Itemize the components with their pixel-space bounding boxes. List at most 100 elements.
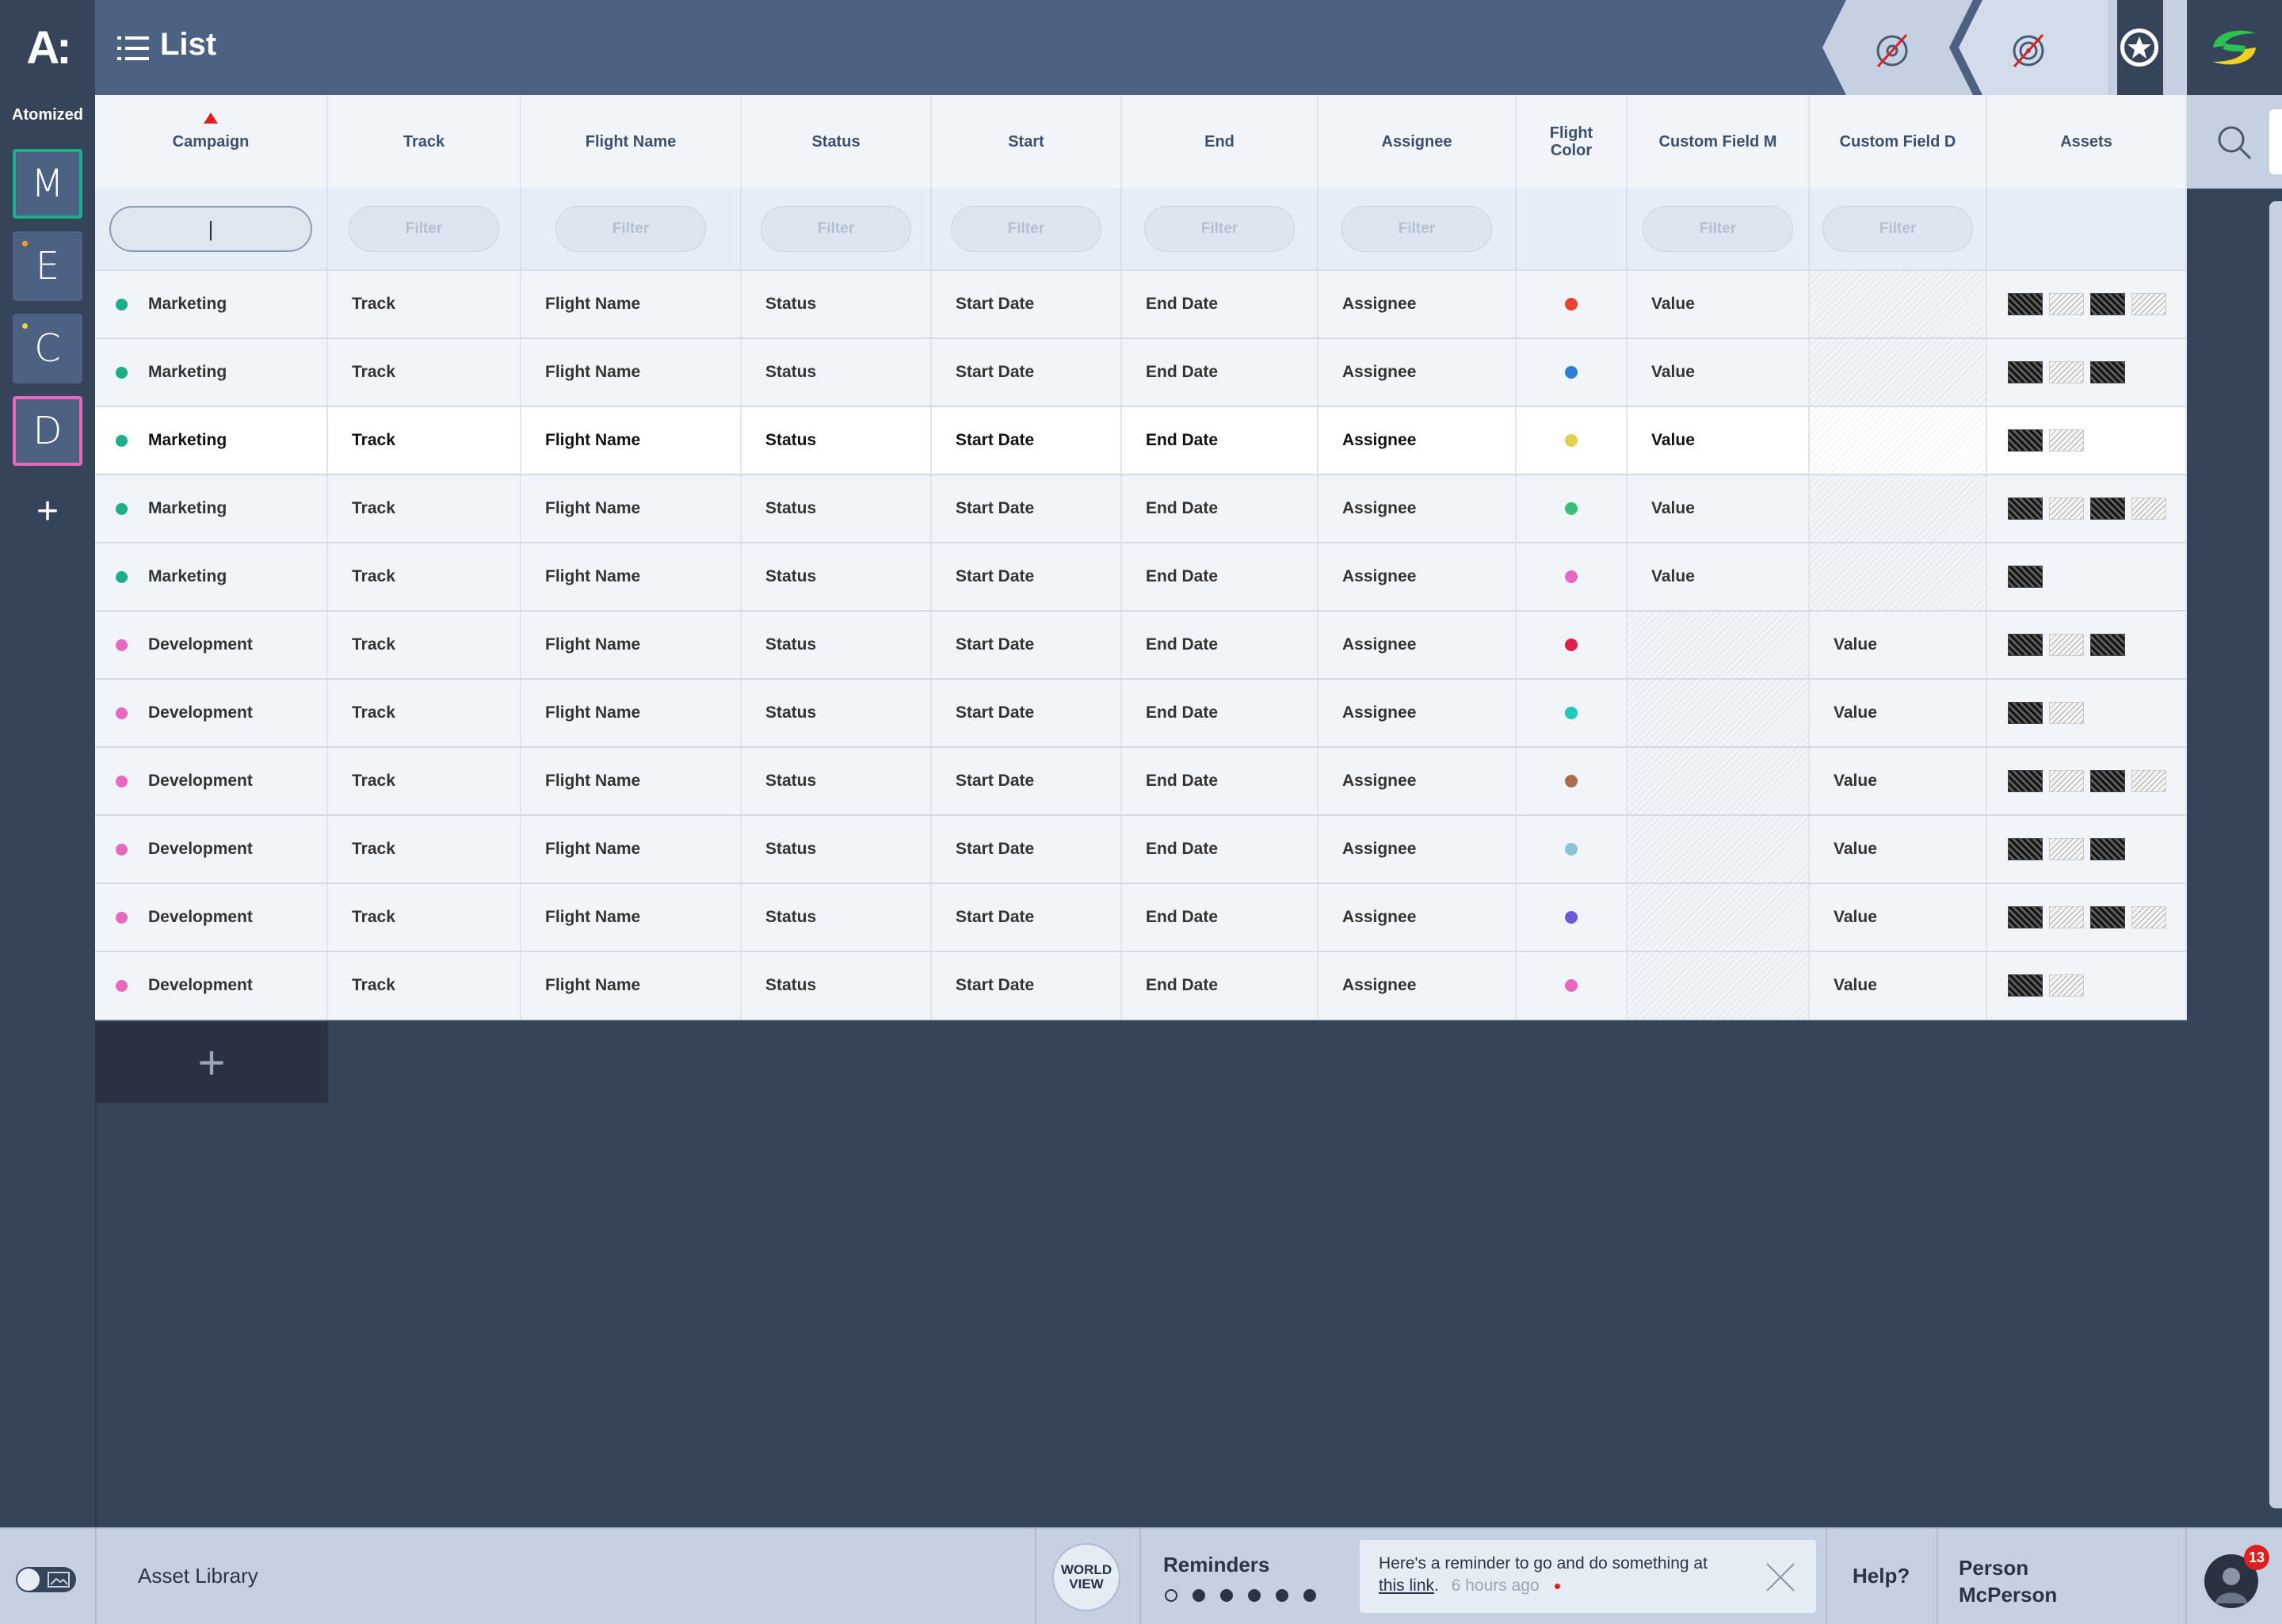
column-header-assignee[interactable]: Assignee bbox=[1318, 95, 1517, 189]
cell-flight-color[interactable] bbox=[1517, 816, 1628, 883]
asset-thumbnail[interactable] bbox=[2008, 497, 2043, 520]
cell-campaign[interactable]: Marketing bbox=[95, 271, 328, 337]
filter-input-assignee[interactable]: Filter bbox=[1341, 206, 1492, 252]
app-logo[interactable]: A: bbox=[0, 0, 95, 95]
cell-end[interactable]: End Date bbox=[1122, 339, 1318, 406]
cell-campaign[interactable]: Development bbox=[95, 748, 328, 814]
cell-flight-color[interactable] bbox=[1517, 339, 1628, 406]
cell-flight-name[interactable]: Flight Name bbox=[521, 748, 742, 814]
cell-assets[interactable] bbox=[1987, 339, 2187, 406]
cell-campaign[interactable]: Development bbox=[95, 680, 328, 746]
cell-status[interactable]: Status bbox=[742, 952, 932, 1019]
asset-thumbnail[interactable] bbox=[2090, 497, 2125, 520]
column-header-assets[interactable]: Assets bbox=[1987, 95, 2187, 189]
cell-flight-name[interactable]: Flight Name bbox=[521, 407, 742, 474]
table-row[interactable]: Development Track Flight Name Status Start D… bbox=[95, 748, 2187, 816]
filter-input-end[interactable]: Filter bbox=[1144, 206, 1295, 252]
cell-assignee[interactable]: Assignee bbox=[1318, 543, 1517, 610]
cell-campaign[interactable]: Development bbox=[95, 816, 328, 883]
search-input-edge[interactable] bbox=[2269, 109, 2282, 174]
add-workspace-button[interactable]: + bbox=[0, 490, 95, 534]
cell-flight-name[interactable]: Flight Name bbox=[521, 816, 742, 883]
asset-thumbnail[interactable] bbox=[2008, 702, 2043, 724]
cell-custom-field-d[interactable]: Value bbox=[1810, 884, 1987, 951]
asset-thumbnail[interactable] bbox=[2049, 293, 2084, 315]
cell-campaign[interactable]: Marketing bbox=[95, 475, 328, 542]
theme-toggle[interactable] bbox=[16, 1567, 76, 1592]
reminder-link[interactable]: this link bbox=[1379, 1576, 1434, 1595]
cell-end[interactable]: End Date bbox=[1122, 884, 1318, 951]
cell-status[interactable]: Status bbox=[742, 271, 932, 337]
column-header-custom-field-m[interactable]: Custom Field M bbox=[1628, 95, 1810, 189]
column-header-flight-color[interactable]: Flight Color bbox=[1517, 95, 1628, 189]
cell-custom-field-m[interactable]: Value bbox=[1628, 271, 1810, 337]
cell-assignee[interactable]: Assignee bbox=[1318, 475, 1517, 542]
cell-assets[interactable] bbox=[1987, 475, 2187, 542]
cell-flight-name[interactable]: Flight Name bbox=[521, 475, 742, 542]
cell-flight-color[interactable] bbox=[1517, 884, 1628, 951]
cell-end[interactable]: End Date bbox=[1122, 271, 1318, 337]
table-row[interactable]: Development Track Flight Name Status Start D… bbox=[95, 952, 2187, 1020]
reminder-page-dot[interactable] bbox=[1193, 1589, 1205, 1602]
cell-end[interactable]: End Date bbox=[1122, 952, 1318, 1019]
cell-custom-field-m[interactable]: Value bbox=[1628, 407, 1810, 474]
cell-start[interactable]: Start Date bbox=[932, 475, 1122, 542]
filter-input-custom-field-d[interactable]: Filter bbox=[1822, 206, 1973, 252]
cell-flight-name[interactable]: Flight Name bbox=[521, 339, 742, 406]
cell-track[interactable]: Track bbox=[328, 748, 521, 814]
cell-assets[interactable] bbox=[1987, 271, 2187, 337]
table-row[interactable]: Marketing Track Flight Name Status Start Dat… bbox=[95, 475, 2187, 543]
table-row[interactable]: Development Track Flight Name Status Start D… bbox=[95, 884, 2187, 952]
asset-thumbnail[interactable] bbox=[2090, 838, 2125, 860]
cell-start[interactable]: Start Date bbox=[932, 407, 1122, 474]
cell-assignee[interactable]: Assignee bbox=[1318, 816, 1517, 883]
cell-custom-field-d[interactable]: Value bbox=[1810, 612, 1987, 678]
table-row[interactable]: Development Track Flight Name Status Start D… bbox=[95, 680, 2187, 748]
column-header-flight-name[interactable]: Flight Name bbox=[521, 95, 742, 189]
cell-flight-name[interactable]: Flight Name bbox=[521, 271, 742, 337]
asset-thumbnail[interactable] bbox=[2008, 634, 2043, 656]
asset-thumbnail[interactable] bbox=[2008, 974, 2043, 997]
workspace-e-button[interactable]: E bbox=[13, 231, 82, 301]
search-icon[interactable] bbox=[2215, 124, 2253, 162]
cell-track[interactable]: Track bbox=[328, 884, 521, 951]
cell-custom-field-m[interactable]: Value bbox=[1628, 339, 1810, 406]
cell-track[interactable]: Track bbox=[328, 543, 521, 610]
close-icon[interactable] bbox=[1765, 1562, 1795, 1592]
asset-thumbnail[interactable] bbox=[2090, 361, 2125, 383]
cell-status[interactable]: Status bbox=[742, 475, 932, 542]
filter-input-status[interactable]: Filter bbox=[761, 206, 911, 252]
asset-thumbnail[interactable] bbox=[2049, 634, 2084, 656]
star-badge-icon[interactable] bbox=[2116, 24, 2163, 71]
cell-start[interactable]: Start Date bbox=[932, 952, 1122, 1019]
cell-start[interactable]: Start Date bbox=[932, 543, 1122, 610]
cell-track[interactable]: Track bbox=[328, 680, 521, 746]
cell-custom-field-m[interactable]: Value bbox=[1628, 543, 1810, 610]
cell-flight-color[interactable] bbox=[1517, 952, 1628, 1019]
cell-flight-name[interactable]: Flight Name bbox=[521, 543, 742, 610]
cell-track[interactable]: Track bbox=[328, 612, 521, 678]
cell-status[interactable]: Status bbox=[742, 407, 932, 474]
asset-thumbnail[interactable] bbox=[2049, 429, 2084, 452]
cell-track[interactable]: Track bbox=[328, 339, 521, 406]
asset-thumbnail[interactable] bbox=[2131, 293, 2166, 315]
asset-thumbnail[interactable] bbox=[2008, 566, 2043, 588]
cell-campaign[interactable]: Development bbox=[95, 612, 328, 678]
vertical-scrollbar[interactable] bbox=[2269, 201, 2282, 1508]
column-header-campaign[interactable]: Campaign bbox=[95, 95, 328, 189]
asset-thumbnail[interactable] bbox=[2131, 906, 2166, 928]
column-header-custom-field-d[interactable]: Custom Field D bbox=[1810, 95, 1987, 189]
filter-input-campaign[interactable]: | bbox=[109, 206, 312, 252]
cell-campaign[interactable]: Marketing bbox=[95, 339, 328, 406]
workspace-d-button[interactable]: D bbox=[13, 396, 82, 466]
reminder-page-dot[interactable] bbox=[1276, 1589, 1288, 1602]
asset-thumbnail[interactable] bbox=[2008, 906, 2043, 928]
workspace-c-button[interactable]: C bbox=[13, 314, 82, 383]
cell-flight-color[interactable] bbox=[1517, 475, 1628, 542]
cell-assets[interactable] bbox=[1987, 407, 2187, 474]
cell-flight-color[interactable] bbox=[1517, 612, 1628, 678]
cell-assignee[interactable]: Assignee bbox=[1318, 339, 1517, 406]
asset-thumbnail[interactable] bbox=[2008, 770, 2043, 792]
cell-status[interactable]: Status bbox=[742, 543, 932, 610]
table-row[interactable]: Marketing Track Flight Name Status Start Dat… bbox=[95, 407, 2187, 475]
